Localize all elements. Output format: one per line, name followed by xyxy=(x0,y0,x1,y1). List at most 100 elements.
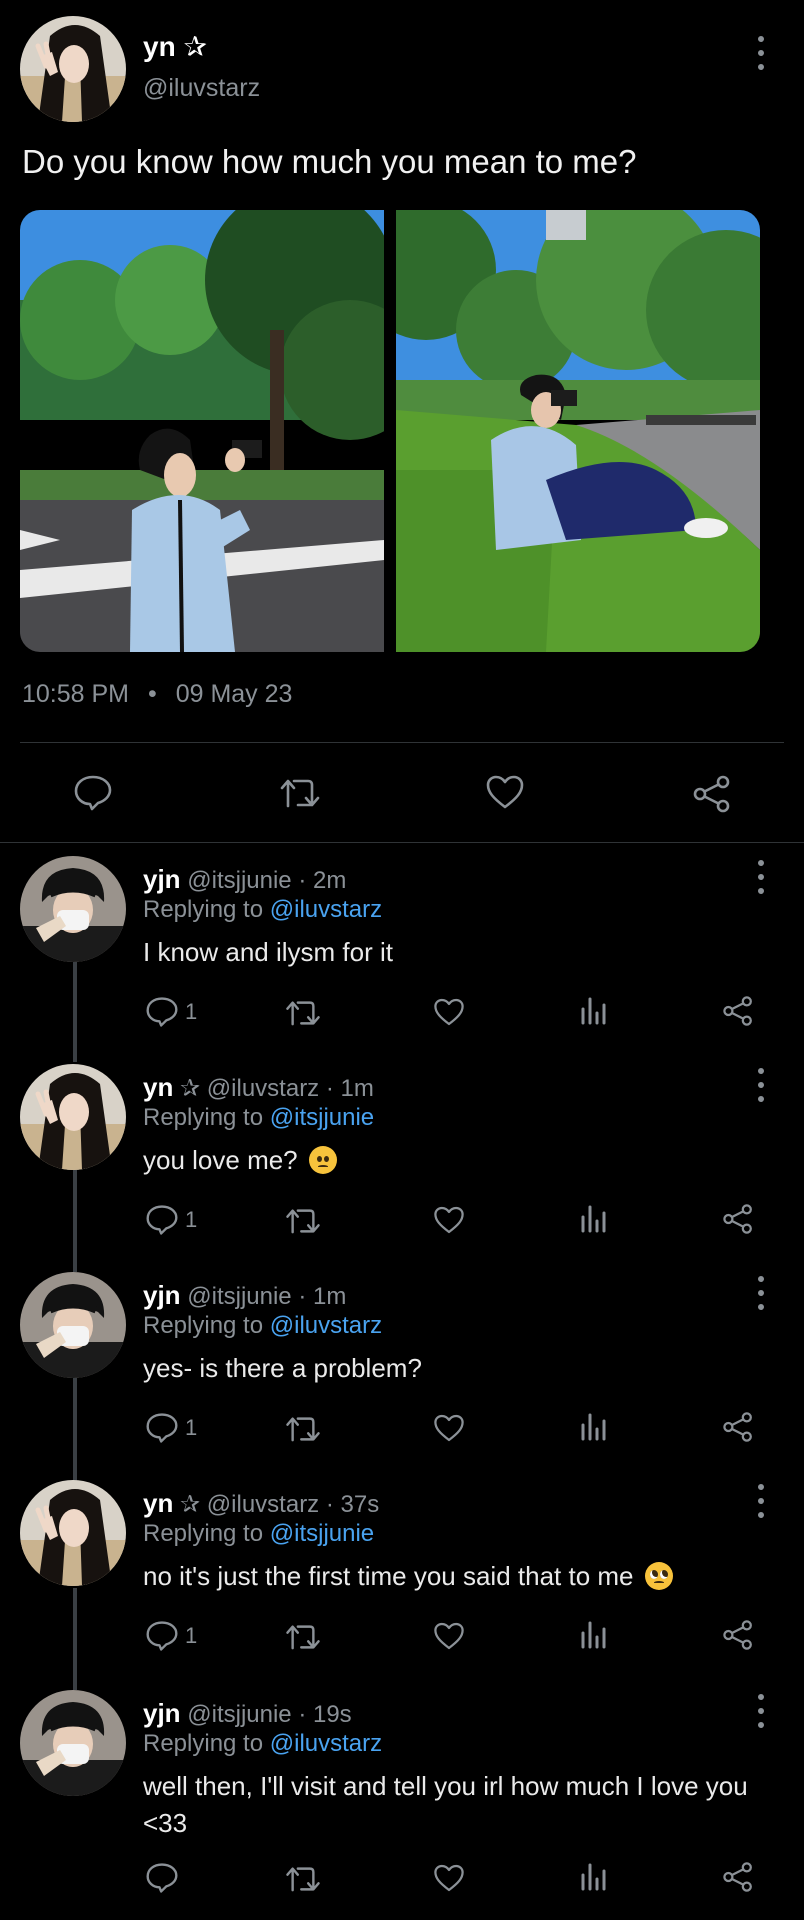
views-button[interactable] xyxy=(580,995,608,1025)
avatar-yjn[interactable] xyxy=(20,1690,126,1796)
reply-count: 1 xyxy=(185,1415,198,1440)
reply-button[interactable]: 1 xyxy=(145,996,197,1028)
reply-author-name[interactable]: yjn xyxy=(143,1280,181,1310)
reply-author-name[interactable]: yn xyxy=(143,1488,173,1518)
thread-connector xyxy=(73,962,77,1062)
reply-text-content: yes- is there a problem? xyxy=(143,1353,422,1383)
heart-icon xyxy=(434,1206,464,1234)
mention-link[interactable]: @iluvstarz xyxy=(270,896,382,923)
like-button[interactable] xyxy=(485,774,525,810)
more-vertical-icon[interactable] xyxy=(749,1068,773,1102)
reply-text: you love me? xyxy=(143,1142,763,1179)
share-icon xyxy=(723,996,752,1026)
reply-author-handle[interactable]: @itsjjunie xyxy=(187,867,291,894)
reply-author-handle[interactable]: @iluvstarz xyxy=(207,1491,319,1518)
reply-author-name[interactable]: yn xyxy=(143,1072,173,1102)
reply-age: · 19s xyxy=(298,1701,352,1728)
reply-author-handle[interactable]: @iluvstarz xyxy=(207,1075,319,1102)
comment-icon xyxy=(146,997,178,1027)
star-badge-icon: ✰ xyxy=(180,1491,201,1518)
reply-button[interactable]: 1 xyxy=(145,1412,197,1444)
reply-author-handle[interactable]: @itsjjunie xyxy=(187,1701,291,1728)
reply-age: · 1m xyxy=(298,1283,347,1310)
reply-author-name[interactable]: yjn xyxy=(143,1698,181,1728)
share-button[interactable] xyxy=(722,995,754,1027)
reply-text-content: well then, I'll visit and tell you irl h… xyxy=(143,1771,748,1838)
retweet-button[interactable] xyxy=(284,1622,322,1652)
replying-to: Replying to @iluvstarz xyxy=(143,896,382,924)
views-button[interactable] xyxy=(580,1619,608,1649)
mention-link[interactable]: @iluvstarz xyxy=(270,1312,382,1339)
retweet-icon xyxy=(286,1417,320,1442)
replying-to-label: Replying to xyxy=(143,1312,264,1339)
reply-button[interactable]: 1 xyxy=(145,1204,197,1236)
more-vertical-icon[interactable] xyxy=(749,1694,773,1728)
retweet-button[interactable] xyxy=(284,1414,322,1444)
share-button[interactable] xyxy=(722,1619,754,1651)
comment-icon xyxy=(146,1413,178,1443)
heart-icon xyxy=(434,1414,464,1442)
reply-text-content: I know and ilysm for it xyxy=(143,937,393,967)
retweet-button[interactable] xyxy=(278,776,322,810)
avatar-yjn[interactable] xyxy=(20,1272,126,1378)
like-button[interactable] xyxy=(433,1621,465,1651)
heart-icon xyxy=(486,775,524,809)
share-button[interactable] xyxy=(722,1411,754,1443)
retweet-button[interactable] xyxy=(284,1864,322,1894)
more-vertical-icon[interactable] xyxy=(749,1484,773,1518)
views-button[interactable] xyxy=(580,1411,608,1441)
heart-icon xyxy=(434,998,464,1026)
reply-text: well then, I'll visit and tell you irl h… xyxy=(143,1768,763,1842)
tweet-photo-2[interactable] xyxy=(396,210,760,652)
comment-icon xyxy=(74,775,112,811)
mention-link[interactable]: @iluvstarz xyxy=(270,1730,382,1757)
reply-button[interactable] xyxy=(145,1862,185,1894)
retweet-icon xyxy=(280,779,320,808)
share-button[interactable] xyxy=(692,774,732,814)
more-vertical-icon[interactable] xyxy=(749,36,773,70)
avatar-yn[interactable] xyxy=(20,16,126,122)
more-vertical-icon[interactable] xyxy=(749,860,773,894)
views-button[interactable] xyxy=(580,1861,608,1891)
share-icon xyxy=(723,1862,752,1892)
retweet-button[interactable] xyxy=(284,998,322,1028)
author-name[interactable]: yn ✰ xyxy=(143,30,207,63)
more-vertical-icon[interactable] xyxy=(749,1276,773,1310)
reply-text: yes- is there a problem? xyxy=(143,1350,763,1387)
like-button[interactable] xyxy=(433,1863,465,1893)
avatar-yn[interactable] xyxy=(20,1480,126,1586)
share-button[interactable] xyxy=(722,1861,754,1893)
star-badge-icon: ✰ xyxy=(180,1075,201,1102)
reply-header: yn ✰ @iluvstarz · 37s xyxy=(143,1488,379,1519)
share-button[interactable] xyxy=(722,1203,754,1235)
retweet-button[interactable] xyxy=(284,1206,322,1236)
mention-link[interactable]: @itsjjunie xyxy=(270,1520,374,1547)
analytics-icon xyxy=(581,1205,606,1233)
tweet-photo-1[interactable] xyxy=(20,210,384,652)
heart-icon xyxy=(434,1864,464,1892)
reply-author-handle[interactable]: @itsjjunie xyxy=(187,1283,291,1310)
reply-count: 1 xyxy=(185,1207,198,1232)
author-handle[interactable]: @iluvstarz xyxy=(143,74,260,103)
like-button[interactable] xyxy=(433,1413,465,1443)
avatar-yjn[interactable] xyxy=(20,856,126,962)
reply-button[interactable] xyxy=(73,774,113,812)
analytics-icon xyxy=(581,997,606,1025)
like-button[interactable] xyxy=(433,1205,465,1235)
heart-icon xyxy=(434,1622,464,1650)
reply-count: 1 xyxy=(185,1623,198,1648)
like-button[interactable] xyxy=(433,997,465,1027)
views-button[interactable] xyxy=(580,1203,608,1233)
author-display-name: yn xyxy=(143,31,176,62)
thread-connector xyxy=(73,1170,77,1272)
replying-to: Replying to @iluvstarz xyxy=(143,1312,382,1340)
avatar-yn[interactable] xyxy=(20,1064,126,1170)
replying-to: Replying to @itsjjunie xyxy=(143,1520,374,1548)
reply-button[interactable]: 1 xyxy=(145,1620,197,1652)
reply-author-name[interactable]: yjn xyxy=(143,864,181,894)
share-icon xyxy=(723,1620,752,1650)
reply-text-content: no it's just the first time you said tha… xyxy=(143,1561,634,1591)
divider xyxy=(20,742,784,743)
comment-icon xyxy=(146,1621,178,1651)
mention-link[interactable]: @itsjjunie xyxy=(270,1104,374,1131)
